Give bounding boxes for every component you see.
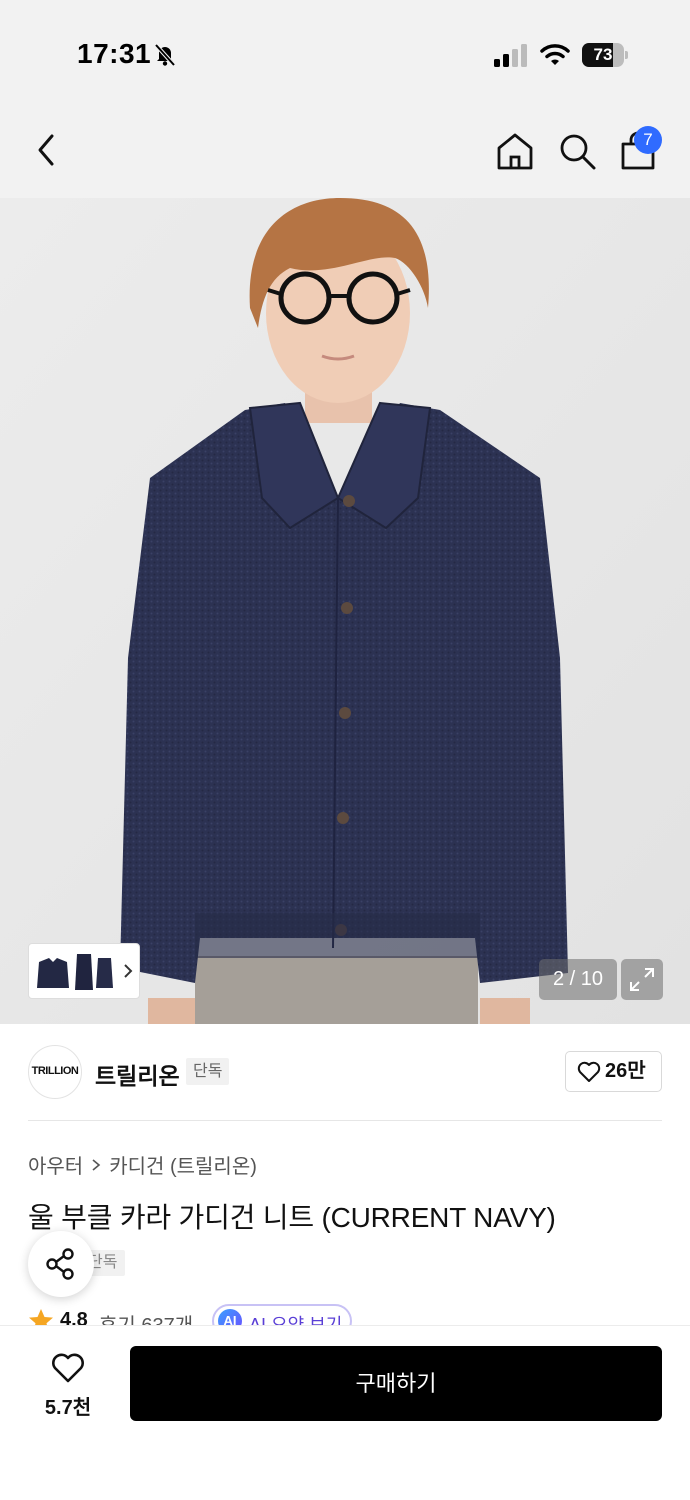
chevron-right-icon [92,1158,101,1171]
product-title: 울 부클 카라 가디건 니트 (CURRENT NAVY) [28,1202,556,1233]
brand-name[interactable]: 트릴리온 [95,1057,180,1091]
brand-logo[interactable]: TRILLION [28,1045,82,1099]
home-icon[interactable] [494,130,536,172]
back-arrow-icon[interactable] [30,130,66,170]
brand-like-count: 26만 [605,1060,646,1082]
status-bar: 17:31 73 [0,0,690,100]
battery-percent: 73 [593,45,613,64]
thumbnail-2[interactable] [73,952,95,992]
breadcrumb: 아우터 카디건 (트릴리온) [28,1150,257,1179]
wishlist-count: 5.7천 [44,1397,92,1419]
wifi-icon [540,44,570,65]
status-time: 17:31 [77,38,152,69]
buy-button[interactable]: 구매하기 [130,1346,662,1421]
share-icon [46,1248,74,1280]
expand-image-button[interactable] [621,959,663,1000]
breadcrumb-item-cardigan[interactable]: 카디건 (트릴리온) [109,1150,257,1179]
cart-count-badge: 7 [634,126,662,154]
brand-exclusive-tag: 단독 [186,1058,230,1085]
search-icon[interactable] [556,130,598,172]
heart-icon [577,1061,601,1082]
bell-slash-icon [154,43,176,67]
cellular-signal-icon [494,44,527,67]
brand-logo-text: TRILLION [31,1065,79,1077]
product-photo [0,198,690,1024]
wishlist-button[interactable]: 5.7천 [28,1348,108,1428]
image-counter: 2 / 10 [539,959,617,1000]
heart-icon [52,1353,84,1383]
product-image[interactable] [0,198,690,1024]
nav-bar [0,100,690,198]
divider [28,1120,662,1121]
thumbnail-strip[interactable] [28,943,140,999]
battery-indicator: 73 [582,43,628,67]
brand-like-button[interactable]: 26만 [565,1051,662,1092]
bottom-action-bar: 5.7천 구매하기 [0,1325,690,1500]
expand-icon [630,968,654,991]
breadcrumb-item-outer[interactable]: 아우터 [28,1150,83,1179]
thumbnail-1[interactable] [35,952,71,992]
share-button[interactable] [28,1231,94,1297]
chevron-right-icon [124,964,133,978]
thumbnail-3[interactable] [95,952,115,992]
